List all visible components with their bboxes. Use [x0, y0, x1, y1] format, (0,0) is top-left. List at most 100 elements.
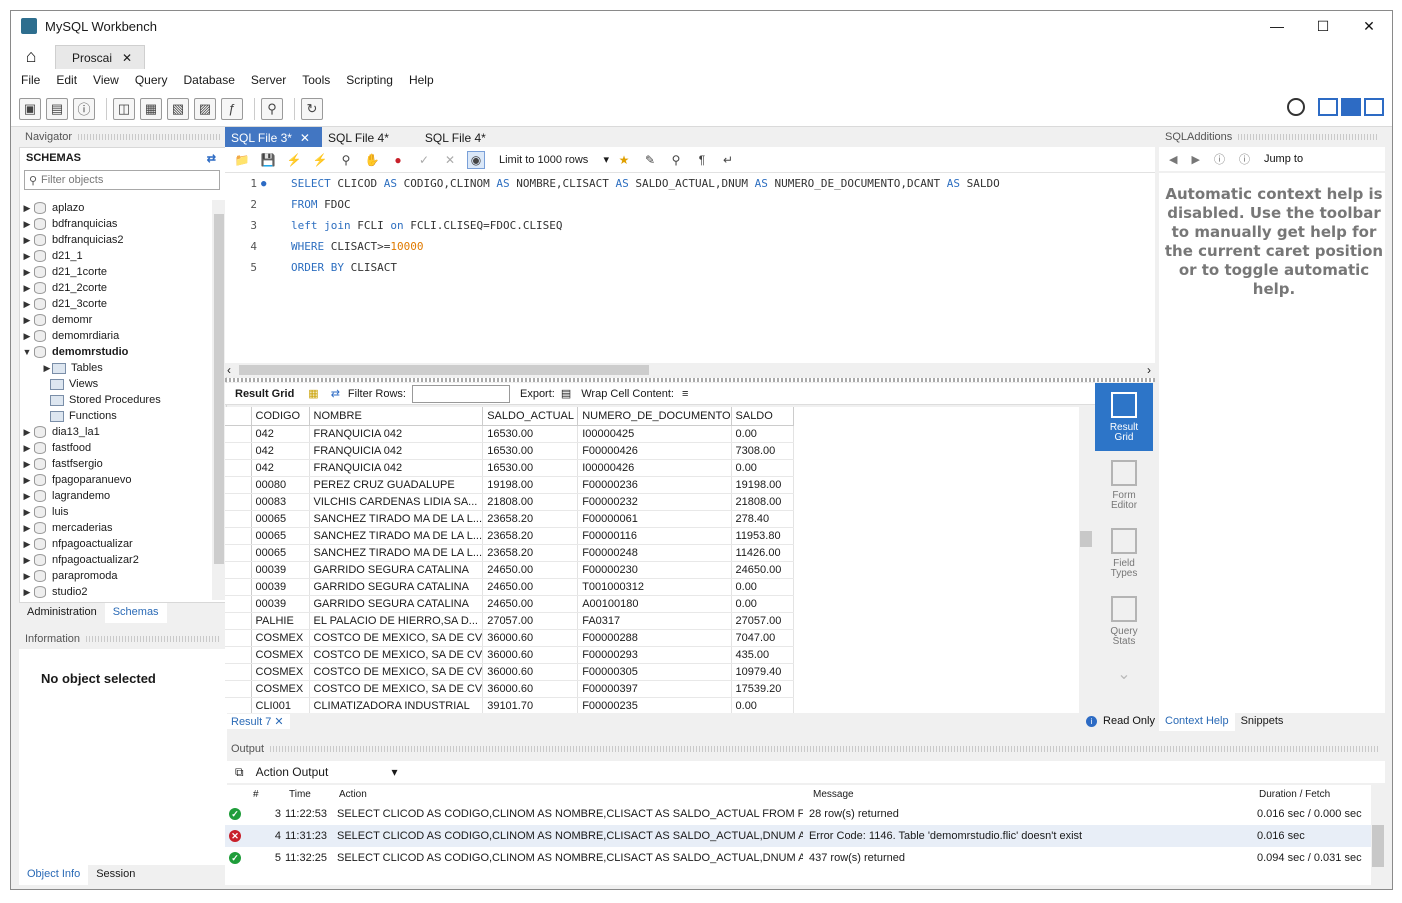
table-cell[interactable]: 39101.70	[482, 697, 579, 713]
table-cell[interactable]: 00080	[251, 476, 310, 494]
menu-scripting[interactable]: Scripting	[346, 73, 393, 87]
tab-context-help[interactable]: Context Help	[1159, 713, 1235, 731]
column-header[interactable]: CODIGO	[251, 407, 310, 426]
output-row[interactable]: ✕ 4 11:31:23 SELECT CLICOD AS CODIGO,CLINOM…	[225, 825, 1371, 847]
table-cell[interactable]: F00000397	[577, 680, 732, 698]
row-header-cell[interactable]	[225, 442, 252, 460]
table-cell[interactable]: CLI001	[251, 697, 310, 713]
tab-sql-file-4[interactable]: SQL File 4*	[322, 127, 401, 147]
form-editor-button[interactable]: Form Editor	[1095, 451, 1153, 519]
minimize-button[interactable]: —	[1254, 11, 1300, 41]
table-cell[interactable]: FRANQUICIA 042	[309, 459, 484, 477]
table-cell[interactable]: 00083	[251, 493, 310, 511]
more-chevron-icon[interactable]: ⌄	[1095, 655, 1153, 695]
table-cell[interactable]: 36000.60	[482, 629, 579, 647]
table-cell[interactable]: F00000235	[577, 697, 732, 713]
table-cell[interactable]: 0.00	[731, 578, 794, 596]
table-cell[interactable]: PALHIE	[251, 612, 310, 630]
table-row[interactable]: 00065 SANCHEZ TIRADO MA DE LA L... 23658.2…	[225, 527, 794, 545]
row-header-cell[interactable]	[225, 425, 252, 443]
schema-item[interactable]: ▶ d21_3corte	[20, 296, 210, 312]
table-cell[interactable]: F00000426	[577, 442, 732, 460]
menu-database[interactable]: Database	[184, 73, 235, 87]
schema-item[interactable]: ▶ d21_2corte	[20, 280, 210, 296]
table-cell[interactable]: 0.00	[731, 459, 794, 477]
schema-item[interactable]: ▶ lagrandemo	[20, 488, 210, 504]
schema-item[interactable]: ▶ bdfranquicias2	[20, 232, 210, 248]
filter-rows-input[interactable]	[411, 384, 510, 403]
table-cell[interactable]: 00065	[251, 544, 310, 562]
limit-rows-select[interactable]: Limit to 1000 rows ▾	[493, 150, 615, 170]
tree-item-functions[interactable]: Functions	[20, 408, 210, 424]
table-cell[interactable]: 00039	[251, 578, 310, 596]
table-row[interactable]: 042 FRANQUICIA 042 16530.00 I00000426 0.00	[225, 459, 794, 477]
table-cell[interactable]: 23658.20	[482, 544, 579, 562]
new-sql-tab-icon[interactable]: ▣	[19, 97, 41, 120]
create-procedure-icon[interactable]: ▨	[194, 97, 216, 120]
table-cell[interactable]: I00000426	[577, 459, 732, 477]
table-cell[interactable]: 16530.00	[482, 425, 579, 443]
refresh-icon[interactable]: ⇄	[331, 387, 340, 400]
maximize-button[interactable]: ☐	[1300, 11, 1346, 41]
table-cell[interactable]: 17539.20	[731, 680, 794, 698]
table-cell[interactable]: 278.40	[731, 510, 794, 528]
refresh-schemas-icon[interactable]: ⇄	[207, 152, 216, 165]
table-cell[interactable]: 7047.00	[731, 629, 794, 647]
auto-help-icon[interactable]: ⓘ	[1239, 151, 1250, 167]
tab-snippets[interactable]: Snippets	[1235, 713, 1290, 731]
schema-item[interactable]: ▶ parapromoda	[20, 568, 210, 584]
wrap-lines-icon[interactable]: ↵	[719, 151, 737, 169]
open-sql-script-icon[interactable]: ▤	[46, 97, 68, 120]
table-cell[interactable]: 11426.00	[731, 544, 794, 562]
reconnect-icon[interactable]: ↻	[301, 97, 323, 120]
table-row[interactable]: 00039 GARRIDO SEGURA CATALINA 24650.00 F000…	[225, 561, 794, 579]
row-header-cell[interactable]	[225, 459, 252, 477]
tab-administration[interactable]: Administration	[19, 603, 105, 623]
menu-file[interactable]: File	[21, 73, 40, 87]
table-cell[interactable]: CLIMATIZADORA INDUSTRIAL	[309, 697, 484, 713]
schema-item[interactable]: ▶ nfpagoactualizar	[20, 536, 210, 552]
query-stats-button[interactable]: Query Stats	[1095, 587, 1153, 655]
table-cell[interactable]: COSMEX	[251, 629, 310, 647]
table-row[interactable]: 00039 GARRIDO SEGURA CATALINA 24650.00 T001…	[225, 578, 794, 596]
filter-objects-input[interactable]: ⚲ Filter objects	[24, 170, 220, 190]
grid-scrollbar[interactable]	[1079, 407, 1093, 713]
table-cell[interactable]: COSMEX	[251, 680, 310, 698]
row-header-cell[interactable]	[225, 578, 252, 596]
table-cell[interactable]: F00000288	[577, 629, 732, 647]
row-header-cell[interactable]	[225, 629, 252, 647]
table-cell[interactable]: 11953.80	[731, 527, 794, 545]
table-cell[interactable]: F00000248	[577, 544, 732, 562]
table-cell[interactable]: 042	[251, 459, 310, 477]
autocommit-icon[interactable]: ◉	[467, 150, 485, 169]
table-cell[interactable]: 24650.00	[731, 561, 794, 579]
schema-item[interactable]: ▶ d21_1	[20, 248, 210, 264]
tree-item-procedures[interactable]: Stored Procedures	[20, 392, 210, 408]
table-cell[interactable]: 435.00	[731, 646, 794, 664]
manual-help-icon[interactable]: ⓘ	[1214, 151, 1225, 167]
table-cell[interactable]: COSTCO DE MEXICO, SA DE CV	[309, 646, 484, 664]
table-cell[interactable]: 21808.00	[731, 493, 794, 511]
schema-item[interactable]: ▶ studio2	[20, 584, 210, 600]
schema-item[interactable]: ▶ fastfood	[20, 440, 210, 456]
jump-to-select[interactable]: Jump to	[1264, 153, 1303, 165]
table-cell[interactable]: EL PALACIO DE HIERRO,SA D...	[309, 612, 484, 630]
table-cell[interactable]: GARRIDO SEGURA CATALINA	[309, 595, 484, 613]
rollback-icon[interactable]: ✕	[441, 151, 459, 169]
row-header-cell[interactable]	[225, 646, 252, 664]
schema-item[interactable]: ▶ d21_1corte	[20, 264, 210, 280]
close-button[interactable]: ✕	[1346, 11, 1392, 41]
back-icon[interactable]: ◀	[1169, 153, 1177, 166]
row-header-cell[interactable]	[225, 544, 252, 562]
table-cell[interactable]: F00000293	[577, 646, 732, 664]
table-cell[interactable]: SANCHEZ TIRADO MA DE LA L...	[309, 544, 484, 562]
output-type-select[interactable]: Action Output ▾	[252, 762, 402, 782]
table-row[interactable]: 00065 SANCHEZ TIRADO MA DE LA L... 23658.2…	[225, 510, 794, 528]
commit-icon[interactable]: ✓	[415, 151, 433, 169]
invisible-chars-icon[interactable]: ¶	[693, 151, 711, 169]
table-cell[interactable]: 7308.00	[731, 442, 794, 460]
table-cell[interactable]: 0.00	[731, 697, 794, 713]
add-snippet-icon[interactable]: ★	[615, 151, 633, 169]
field-types-button[interactable]: Field Types	[1095, 519, 1153, 587]
table-cell[interactable]: 21808.00	[482, 493, 579, 511]
